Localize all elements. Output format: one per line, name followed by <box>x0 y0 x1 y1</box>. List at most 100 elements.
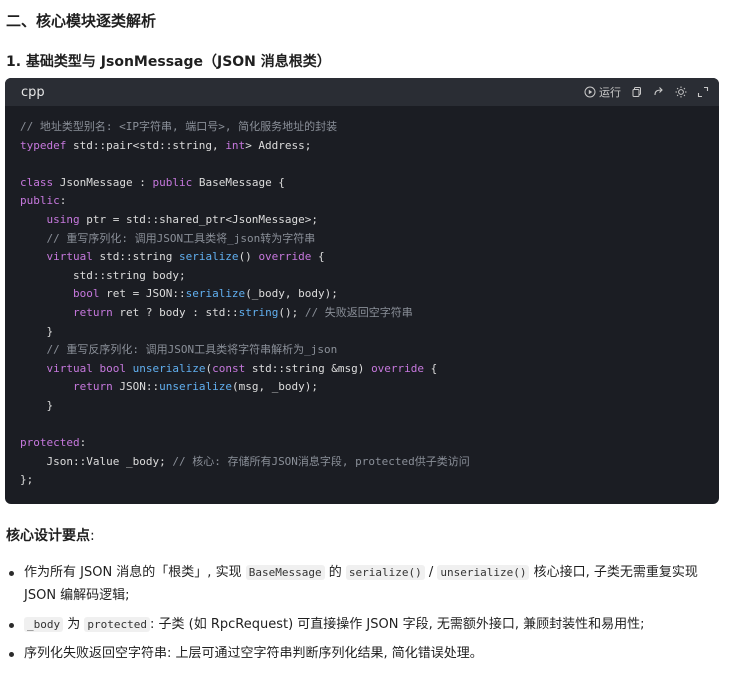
code-line: } <box>20 397 719 416</box>
code-token: serialize <box>185 287 246 301</box>
code-token: // 重写反序列化: 调用JSON工具类将字符串解析为_json <box>46 343 338 357</box>
code-token: const <box>212 361 246 375</box>
code-token: ret ? body : std:: <box>112 305 239 319</box>
code-token: unserialize <box>159 380 232 394</box>
code-token: return <box>72 305 113 319</box>
code-token: protected <box>20 436 80 450</box>
inline-code: serialize() <box>345 565 425 580</box>
code-token: // 地址类型别名: <IP字符串, 端口号>, 简化服务地址的封装 <box>20 120 338 133</box>
code-token: virtual <box>46 250 93 264</box>
subsection-heading: 1. 基础类型与 JsonMessage（JSON 消息根类） <box>6 54 331 70</box>
inline-code: BaseMessage <box>245 565 325 580</box>
code-token: } <box>20 324 54 338</box>
code-token: public <box>152 175 193 189</box>
code-token: public <box>20 194 60 208</box>
list-item: 作为所有 JSON 消息的「根类」, 实现 BaseMessage 的 seri… <box>6 561 718 607</box>
code-line: // 重写序列化: 调用JSON工具类将_json转为字符串 <box>20 230 719 249</box>
code-line: // 地址类型别名: <IP字符串, 端口号>, 简化服务地址的封装 <box>20 118 719 137</box>
bullet-text: : 子类 (如 RpcRequest) 可直接操作 JSON 字段, 无需额外接… <box>150 617 645 632</box>
code-line: // 重写反序列化: 调用JSON工具类将字符串解析为_json <box>20 341 719 360</box>
code-language-label: cpp <box>21 84 45 100</box>
code-line: virtual bool unserialize(const std::stri… <box>20 360 719 379</box>
bullet-text: / <box>424 565 438 580</box>
code-token: override <box>371 361 425 375</box>
code-token: { <box>424 361 438 375</box>
code-content: // 地址类型别名: <IP字符串, 端口号>, 简化服务地址的封装 typede… <box>5 106 719 490</box>
code-line: virtual std::string serialize() override… <box>20 248 719 267</box>
bullet-text: 序列化失败返回空字符串: 上层可通过空字符串判断序列化结果, 简化错误处理。 <box>24 646 483 661</box>
code-token: using <box>46 212 80 226</box>
copy-icon <box>632 87 641 97</box>
theme-toggle-button[interactable] <box>675 86 687 98</box>
list-item: _body 为 protected: 子类 (如 RpcRequest) 可直接… <box>6 613 718 636</box>
run-button[interactable]: 运行 <box>584 84 621 100</box>
code-token: std::pair<std::string, <box>66 138 226 152</box>
code-token: JSON:: <box>112 380 160 394</box>
code-token: ptr = std::shared_ptr<JsonMessage>; <box>79 212 319 226</box>
play-circle-icon <box>584 86 596 98</box>
code-token: class <box>20 175 54 189</box>
code-token: : <box>79 436 87 450</box>
code-token: { <box>311 250 325 264</box>
code-line: using ptr = std::shared_ptr<JsonMessage>… <box>20 211 719 230</box>
code-line: }; <box>20 471 719 490</box>
code-token: () <box>238 250 259 264</box>
section-heading: 二、核心模块逐类解析 <box>6 12 157 30</box>
code-token: (); <box>278 305 305 319</box>
code-line: protected: <box>20 434 719 453</box>
code-line: public: <box>20 192 719 211</box>
share-arrow-icon <box>654 87 663 96</box>
inline-code: _body <box>24 617 64 632</box>
expand-button[interactable] <box>697 86 709 98</box>
code-line: std::string body; <box>20 267 719 286</box>
code-header: cpp 运行 <box>5 78 719 106</box>
code-token: // 失败返回空字符串 <box>304 305 413 319</box>
bullet-text: 为 <box>63 617 85 632</box>
code-token: std::string <box>92 250 179 264</box>
bullet-text: 作为所有 JSON 消息的「根类」, 实现 <box>24 565 246 580</box>
code-toolbar: 运行 <box>584 84 709 100</box>
code-line: class JsonMessage : public BaseMessage { <box>20 174 719 193</box>
design-points-list: 作为所有 JSON 消息的「根类」, 实现 BaseMessage 的 seri… <box>6 561 718 671</box>
code-token: } <box>20 398 54 412</box>
code-token: std::string body; <box>20 268 186 282</box>
run-label: 运行 <box>599 86 621 99</box>
code-token: // 核心: 存储所有JSON消息字段, protected供子类访问 <box>172 454 470 468</box>
code-token: }; <box>20 473 34 487</box>
code-line: } <box>20 323 719 342</box>
code-token: > Address; <box>245 138 312 152</box>
share-button[interactable] <box>653 86 665 98</box>
code-token: string <box>238 305 279 319</box>
code-token: : <box>59 194 67 208</box>
code-token: int <box>225 138 246 152</box>
code-token: bool <box>72 287 100 301</box>
code-token: // 重写序列化: 调用JSON工具类将_json转为字符串 <box>46 231 316 245</box>
code-line: bool ret = JSON::serialize(_body, body); <box>20 285 719 304</box>
code-line: typedef std::pair<std::string, int> Addr… <box>20 137 719 156</box>
code-line: return ret ? body : std::string(); // 失败… <box>20 304 719 323</box>
sun-icon <box>675 86 687 98</box>
code-token: unserialize <box>132 361 206 375</box>
code-token: BaseMessage { <box>192 175 285 189</box>
code-token: return <box>72 380 113 394</box>
code-token: ret = JSON:: <box>99 287 186 301</box>
code-token: typedef <box>20 138 67 152</box>
expand-icon <box>697 86 709 98</box>
code-token: (msg, _body); <box>231 380 319 394</box>
copy-button[interactable] <box>631 86 643 98</box>
code-token: serialize <box>178 250 239 264</box>
code-token: bool <box>99 361 126 375</box>
code-block: cpp 运行 // 地址类型别名: <IP字符串, 端口号>, 简化服务地址的封… <box>5 78 719 504</box>
inline-code: protected <box>84 617 150 632</box>
code-token: virtual <box>46 361 93 375</box>
code-line: Json::Value _body; // 核心: 存储所有JSON消息字段, … <box>20 453 719 472</box>
